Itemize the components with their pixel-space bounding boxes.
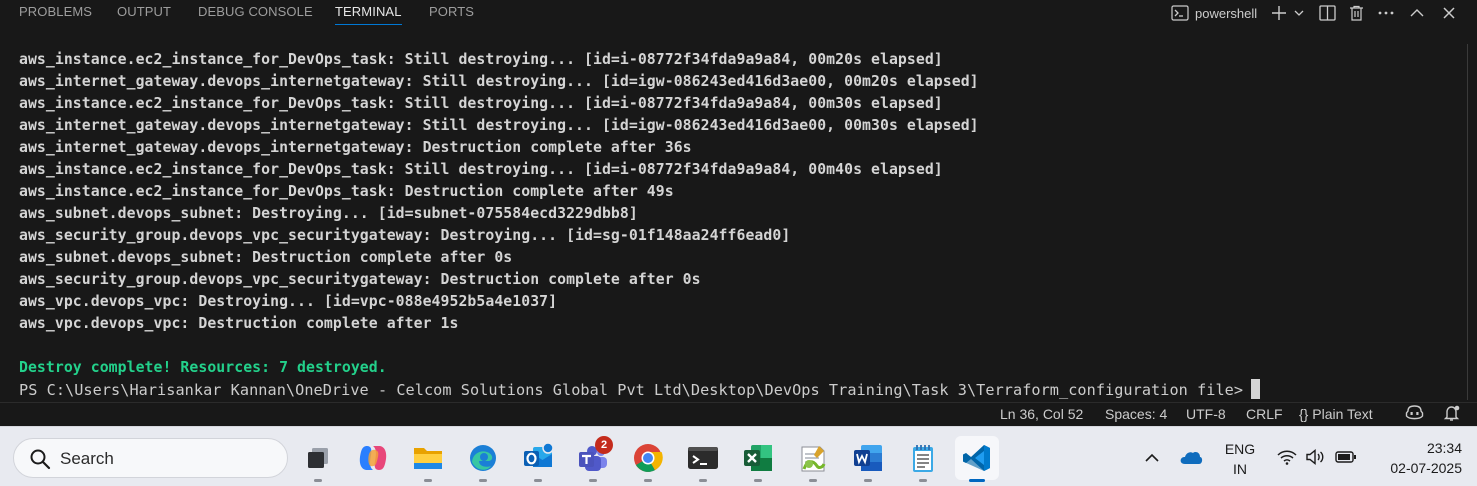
split-icon[interactable] <box>1317 2 1337 24</box>
input-language-indicator[interactable]: ENG IN <box>1222 439 1258 479</box>
volume-icon[interactable] <box>1303 427 1327 486</box>
windows-taskbar: Search 2 ENG IN 23:34 02-07-2025 <box>0 426 1477 486</box>
ellipsis-icon[interactable] <box>1377 2 1395 24</box>
terminal-line: aws_internet_gateway.devops_internetgate… <box>19 73 979 90</box>
running-indicator <box>589 479 597 482</box>
teams-icon[interactable]: 2 <box>571 436 615 482</box>
running-indicator <box>424 479 432 482</box>
running-indicator <box>644 479 652 482</box>
terminal-line: aws_internet_gateway.devops_internetgate… <box>19 117 979 134</box>
terminal-output[interactable]: aws_instance.ec2_instance_for_DevOps_tas… <box>19 49 1459 401</box>
chevron-up-icon[interactable] <box>1409 2 1425 24</box>
terminal-line: aws_instance.ec2_instance_for_DevOps_tas… <box>19 161 943 178</box>
status-language-label: Plain Text <box>1312 406 1373 422</box>
search-placeholder: Search <box>60 449 114 468</box>
file-explorer-icon[interactable] <box>406 436 450 482</box>
terminal-cursor <box>1251 379 1261 399</box>
tab-terminal[interactable]: TERMINAL <box>335 4 402 25</box>
terminal-name-label[interactable]: powershell <box>1195 2 1257 24</box>
status-language-mode[interactable]: {} Plain Text <box>1299 405 1373 423</box>
taskbar-clock[interactable]: 23:34 02-07-2025 <box>1370 438 1462 478</box>
task-view-icon[interactable] <box>296 436 340 482</box>
notepad-plus-plus-icon[interactable] <box>791 436 835 482</box>
running-indicator <box>754 479 762 482</box>
chevron-down-icon[interactable] <box>1292 2 1306 24</box>
teams-notification-badge: 2 <box>595 436 613 454</box>
copilot-icon[interactable] <box>1405 404 1424 422</box>
onedrive-icon[interactable] <box>1177 427 1205 486</box>
destroy-complete-line: Destroy complete! Resources: 7 destroyed… <box>19 359 387 376</box>
edge-icon[interactable] <box>461 436 505 482</box>
running-indicator <box>864 479 872 482</box>
chrome-icon[interactable] <box>626 436 670 482</box>
running-indicator <box>699 479 707 482</box>
prompt-line[interactable]: PS C:\Users\Harisankar Kannan\OneDrive -… <box>19 379 1459 401</box>
copilot-app-icon[interactable] <box>351 436 395 480</box>
terminal-line: aws_vpc.devops_vpc: Destruction complete… <box>19 315 459 332</box>
chevron-up-icon[interactable] <box>1140 427 1164 486</box>
status-encoding[interactable]: UTF-8 <box>1186 405 1226 423</box>
terminal-line: aws_internet_gateway.devops_internetgate… <box>19 139 692 156</box>
notepad-icon[interactable] <box>901 436 945 482</box>
terminal-scrollbar[interactable] <box>1467 44 1468 400</box>
status-indentation[interactable]: Spaces: 4 <box>1105 405 1167 423</box>
status-bar: Ln 36, Col 52 Spaces: 4 UTF-8 CRLF {} Pl… <box>0 402 1477 424</box>
status-eol[interactable]: CRLF <box>1246 405 1283 423</box>
running-indicator <box>809 479 817 482</box>
tab-ports[interactable]: PORTS <box>429 4 474 19</box>
lang-top: ENG <box>1224 441 1256 457</box>
running-indicator <box>534 479 542 482</box>
status-cursor-position[interactable]: Ln 36, Col 52 <box>1000 405 1083 423</box>
clock-date: 02-07-2025 <box>1390 460 1462 476</box>
running-indicator <box>479 479 487 482</box>
clock-time: 23:34 <box>1426 440 1462 456</box>
tab-problems[interactable]: PROBLEMS <box>19 4 92 19</box>
panel-tab-bar: PROBLEMS OUTPUT DEBUG CONSOLE TERMINAL P… <box>0 0 1477 26</box>
taskbar-search-box[interactable]: Search <box>13 438 288 478</box>
excel-icon[interactable] <box>736 436 780 482</box>
search-icon <box>29 448 51 475</box>
terminal-icon[interactable] <box>1170 2 1190 24</box>
plus-icon[interactable] <box>1270 2 1288 24</box>
bell-icon[interactable] <box>1443 404 1461 422</box>
running-indicator <box>314 479 322 482</box>
braces-icon: {} <box>1299 406 1309 422</box>
tab-debug-console[interactable]: DEBUG CONSOLE <box>198 4 313 19</box>
lang-bottom: IN <box>1233 461 1247 477</box>
terminal-line: aws_vpc.devops_vpc: Destroying... [id=vp… <box>19 293 558 310</box>
running-indicator <box>919 479 927 482</box>
terminal-line: aws_subnet.devops_subnet: Destruction co… <box>19 249 513 266</box>
trash-icon[interactable] <box>1347 2 1365 24</box>
close-icon[interactable] <box>1441 2 1457 24</box>
tab-output[interactable]: OUTPUT <box>117 4 171 19</box>
terminal-line: aws_instance.ec2_instance_for_DevOps_tas… <box>19 183 674 200</box>
windows-terminal-icon[interactable] <box>681 436 725 482</box>
vscode-icon[interactable] <box>955 436 999 482</box>
terminal-line: aws_instance.ec2_instance_for_DevOps_tas… <box>19 95 943 112</box>
terminal-line: aws_subnet.devops_subnet: Destroying... … <box>19 205 638 222</box>
running-indicator <box>969 479 985 482</box>
terminal-line: aws_security_group.devops_vpc_securityga… <box>19 271 701 288</box>
battery-icon[interactable] <box>1333 427 1359 486</box>
prompt-text: PS C:\Users\Harisankar Kannan\OneDrive -… <box>19 381 1244 399</box>
outlook-icon[interactable] <box>516 436 560 482</box>
terminal-line: aws_security_group.devops_vpc_securityga… <box>19 227 791 244</box>
wifi-icon[interactable] <box>1275 427 1299 486</box>
terminal-line: aws_instance.ec2_instance_for_DevOps_tas… <box>19 51 943 68</box>
word-icon[interactable] <box>846 436 890 482</box>
